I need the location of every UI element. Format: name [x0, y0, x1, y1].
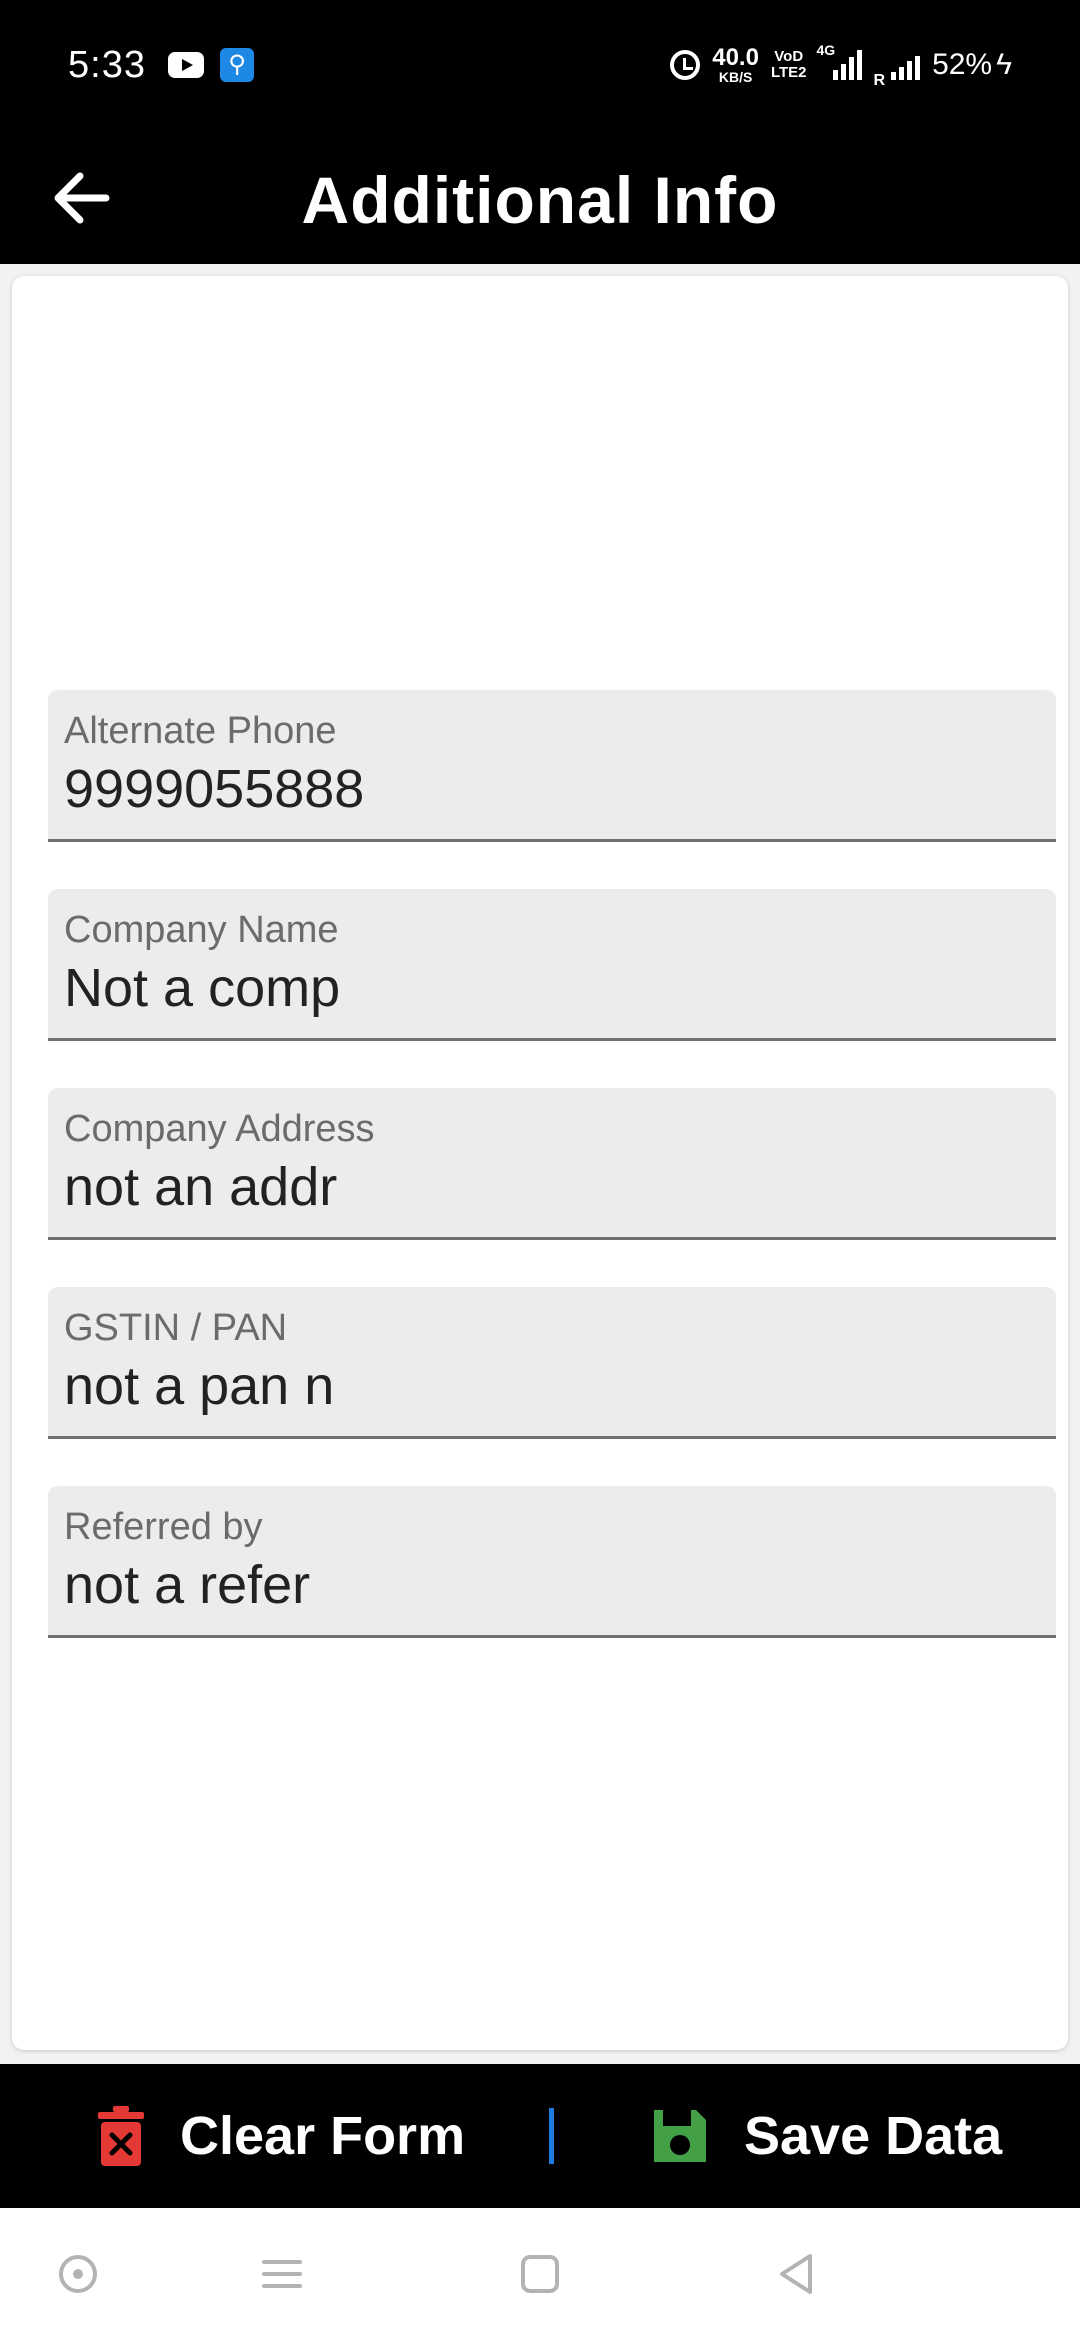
floppy-disk-icon — [654, 2110, 706, 2162]
field-label: Company Name — [64, 909, 339, 951]
field-label: Alternate Phone — [64, 710, 337, 752]
clear-form-label: Clear Form — [180, 2106, 466, 2166]
field-label: GSTIN / PAN — [64, 1307, 288, 1349]
company-name-field[interactable]: Company Name — [48, 889, 1056, 1041]
volte-line1: VoD — [774, 48, 804, 66]
roaming-indicator: R — [873, 72, 886, 89]
trash-x-icon — [98, 2106, 144, 2166]
clear-form-button[interactable]: Clear Form — [96, 2092, 465, 2180]
assistant-icon[interactable] — [48, 2244, 108, 2304]
signal-icon — [891, 50, 921, 80]
signal-icon: 4G — [817, 42, 862, 80]
field-label: Company Address — [64, 1108, 375, 1150]
company-address-field[interactable]: Company Address — [48, 1088, 1056, 1240]
company-address-input[interactable] — [64, 1156, 1024, 1218]
network-speed-unit: KB/S — [718, 69, 753, 85]
network-speed: 40.0 KB/S — [712, 44, 759, 85]
system-nav-bar — [0, 2208, 1080, 2340]
form-card: Alternate Phone Company Name Company Add… — [12, 276, 1068, 2050]
network-speed-value: 40.0 — [712, 44, 759, 71]
gstin-pan-input[interactable] — [64, 1355, 1024, 1417]
save-data-button[interactable]: Save Data — [650, 2092, 1002, 2180]
button-divider — [549, 2108, 554, 2164]
app-bar: Additional Info — [0, 132, 1080, 264]
status-time: 5:33 — [68, 44, 146, 86]
battery-percent: 52% — [932, 48, 993, 81]
bottom-action-bar: Clear Form Save Data — [0, 2064, 1080, 2208]
home-square-icon[interactable] — [510, 2244, 570, 2304]
youtube-icon — [168, 52, 204, 78]
referred-by-field[interactable]: Referred by — [48, 1486, 1056, 1638]
alarm-icon — [670, 50, 701, 80]
alternate-phone-input[interactable] — [64, 758, 1024, 820]
charging-icon: ϟ — [996, 48, 1012, 81]
back-triangle-icon[interactable] — [766, 2244, 826, 2304]
referred-by-input[interactable] — [64, 1554, 1024, 1616]
alternate-phone-field[interactable]: Alternate Phone — [48, 690, 1056, 842]
network-type: 4G — [816, 42, 836, 58]
save-data-label: Save Data — [744, 2106, 1003, 2166]
volte-line2: LTE2 — [770, 64, 807, 81]
usb-icon: ⚲ — [220, 48, 254, 82]
volte-indicator: VoD LTE2 — [771, 49, 807, 81]
company-name-input[interactable] — [64, 957, 1024, 1019]
gstin-pan-field[interactable]: GSTIN / PAN — [48, 1287, 1056, 1439]
status-icons: 40.0 KB/S VoD LTE2 4G R 52% ϟ — [670, 40, 1012, 90]
field-label: Referred by — [64, 1506, 263, 1548]
menu-icon[interactable] — [252, 2244, 312, 2304]
status-bar: 5:33 ⚲ 40.0 KB/S VoD LTE2 4G R 52% ϟ — [0, 0, 1080, 132]
page-title: Additional Info — [301, 163, 779, 237]
